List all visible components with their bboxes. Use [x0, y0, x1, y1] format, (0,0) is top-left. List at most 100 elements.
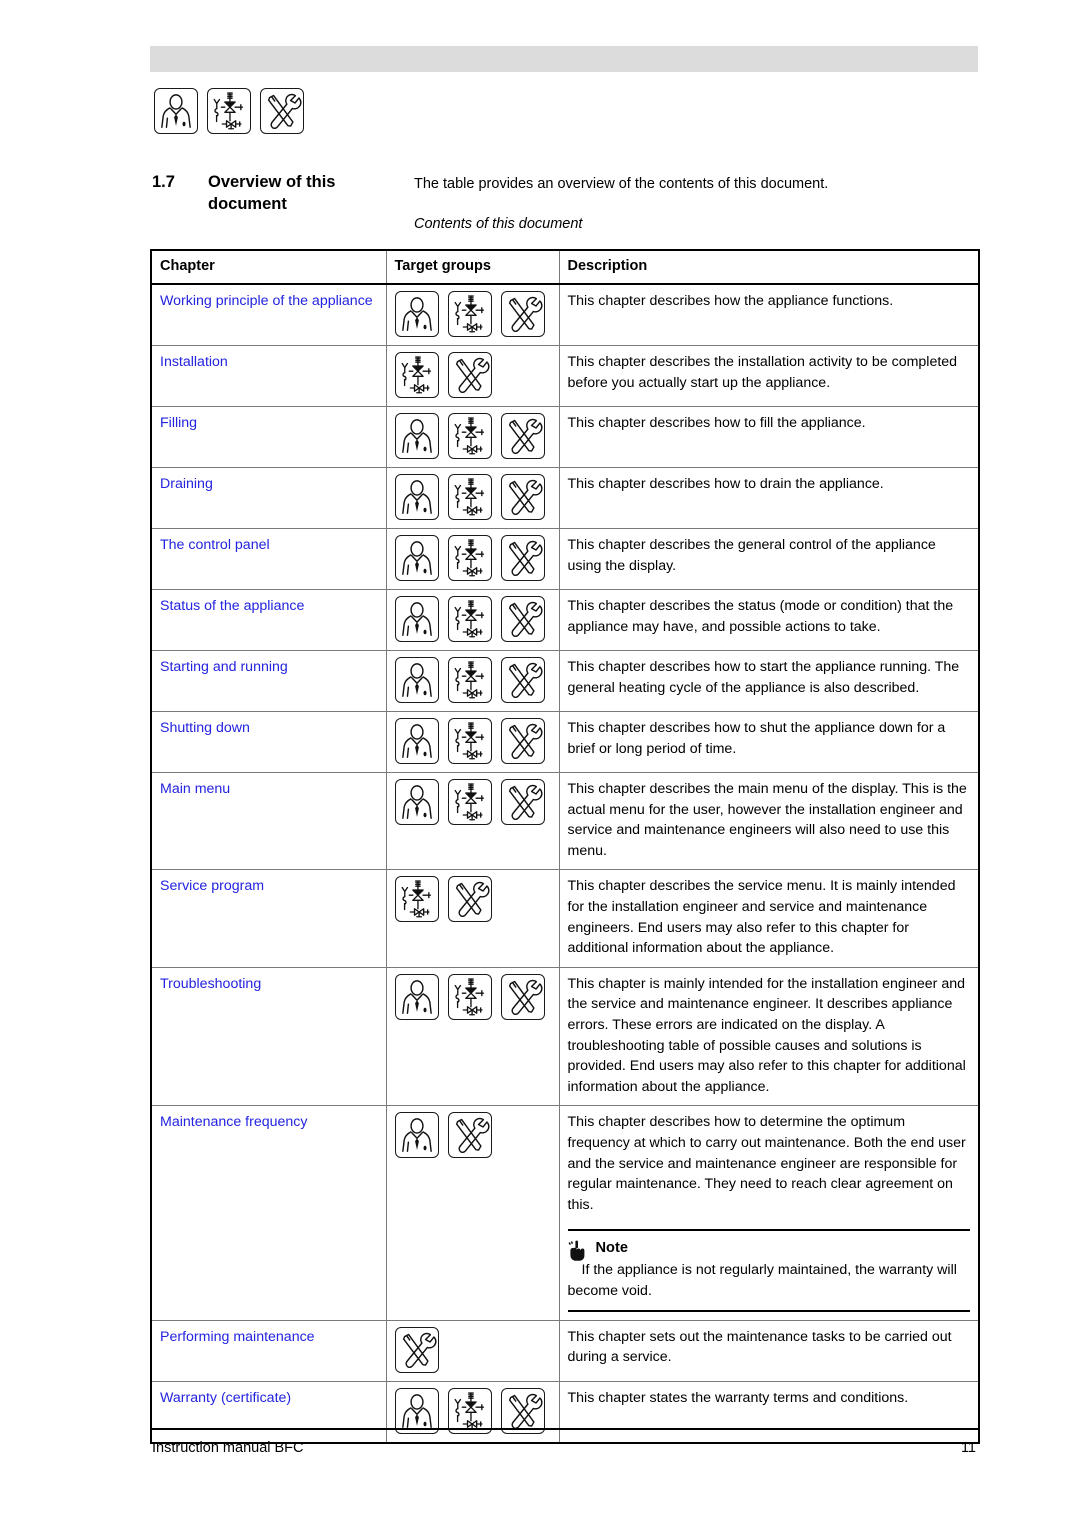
note-body-text: If the appliance is not regularly mainta… [567, 1262, 957, 1300]
chapter-link[interactable]: Starting and running [150, 650, 387, 712]
table-row: Starting and running This chapter describ… [150, 650, 980, 712]
description-text: This chapter describes how to start the … [567, 659, 960, 696]
table-header-row: Chapter Target groups Description [150, 249, 980, 285]
valve-piping-icon [394, 352, 439, 398]
footer-divider [150, 1428, 978, 1430]
description-text: This chapter describes how to drain the … [567, 476, 884, 492]
table-row: Service program This chapter describes th… [150, 869, 980, 968]
target-group-icon-row [394, 779, 551, 825]
valve-piping-icon [447, 596, 492, 642]
header-target-group-icons [154, 88, 304, 134]
description-cell: This chapter describes the installation … [558, 345, 980, 407]
chapter-link[interactable]: Draining [150, 467, 387, 529]
table-row: Working principle of the appliance This c… [150, 283, 980, 346]
description-text: This chapter describes the general contr… [567, 537, 936, 574]
person-in-suit-icon [394, 657, 439, 703]
crossed-tools-icon [447, 352, 492, 398]
target-groups-cell [385, 406, 560, 468]
table-row: Maintenance frequency This chapter descri… [150, 1105, 980, 1321]
person-in-suit-icon [154, 88, 198, 134]
chapter-link[interactable]: Troubleshooting [150, 966, 387, 1107]
target-group-icon-row [394, 352, 551, 398]
note-text: If the appliance is not regularly mainta… [568, 1260, 971, 1301]
crossed-tools-icon [260, 88, 304, 134]
target-group-icon-row [394, 876, 551, 923]
description-text: This chapter describes how the appliance… [567, 293, 894, 309]
section-title-line2: document [208, 194, 287, 213]
person-in-suit-icon [394, 973, 439, 1020]
target-group-icon-row [394, 657, 551, 703]
valve-piping-icon [447, 291, 492, 337]
person-in-suit-icon [394, 413, 439, 459]
description-text: This chapter describes the main menu of … [567, 781, 967, 859]
chapter-link[interactable]: Warranty (certificate) [150, 1380, 387, 1444]
description-cell: This chapter describes the general contr… [558, 528, 980, 590]
valve-piping-icon [394, 876, 439, 923]
valve-piping-icon [447, 718, 492, 764]
chapter-link[interactable]: Service program [150, 869, 387, 968]
description-cell: This chapter describes how to fill the a… [558, 406, 980, 468]
valve-piping-icon [207, 88, 251, 134]
target-group-icon-row [394, 474, 551, 520]
target-group-icon-row [394, 413, 551, 459]
target-group-icon-row [394, 1387, 551, 1434]
chapter-link[interactable]: Main menu [150, 771, 387, 871]
description-text: This chapter states the warranty terms a… [567, 1389, 909, 1406]
description-cell: This chapter describes the status (mode … [558, 589, 980, 651]
crossed-tools-icon [500, 413, 545, 459]
column-header-target-groups: Target groups [385, 249, 560, 285]
description-cell: This chapter describes how the appliance… [558, 283, 980, 346]
table-row: Warranty (certificate) This chapter state… [150, 1380, 980, 1444]
target-groups-cell [385, 966, 560, 1107]
person-in-suit-icon [394, 779, 439, 825]
description-cell: This chapter describes how to shut the a… [558, 711, 980, 773]
valve-piping-icon [447, 474, 492, 520]
description-text: This chapter describes how to shut the a… [567, 720, 946, 757]
note-title: Note [595, 1240, 628, 1257]
target-groups-cell [385, 528, 560, 590]
crossed-tools-icon [500, 535, 545, 581]
target-groups-cell [385, 869, 560, 968]
crossed-tools-icon [500, 1387, 545, 1434]
person-in-suit-icon [394, 1387, 439, 1434]
crossed-tools-icon [447, 876, 492, 923]
target-groups-cell [385, 345, 560, 407]
chapter-link[interactable]: Working principle of the appliance [150, 283, 387, 346]
target-groups-cell [385, 711, 560, 773]
chapter-link[interactable]: The control panel [150, 528, 387, 590]
chapter-link[interactable]: Status of the appliance [150, 589, 387, 651]
target-groups-cell [385, 1380, 560, 1444]
person-in-suit-icon [394, 535, 439, 581]
document-page: 1.7 Overview of this document The table p… [0, 0, 1080, 1528]
table-row: Troubleshooting This chapter is mainly in… [150, 966, 980, 1107]
crossed-tools-icon [500, 596, 545, 642]
chapter-link[interactable]: Shutting down [150, 711, 387, 773]
valve-piping-icon [447, 1387, 492, 1434]
crossed-tools-icon [500, 657, 545, 703]
person-in-suit-icon [394, 1112, 439, 1159]
target-groups-cell [385, 1105, 560, 1321]
person-in-suit-icon [394, 718, 439, 764]
table-row: Main menu This chapter describes the main… [150, 771, 980, 871]
pointing-hand-icon [568, 1240, 588, 1262]
chapter-link[interactable]: Filling [150, 406, 387, 468]
chapter-link[interactable]: Performing maintenance [150, 1319, 387, 1382]
chapter-link[interactable]: Maintenance frequency [150, 1105, 387, 1321]
target-groups-cell [385, 650, 560, 712]
description-text: This chapter is mainly intended for the … [567, 975, 966, 1095]
table-row: The control panel This chapter describes … [150, 528, 980, 590]
description-cell: This chapter is mainly intended for the … [558, 966, 980, 1107]
target-group-icon-row [394, 291, 551, 337]
table-row: Performing maintenance This chapter sets … [150, 1319, 980, 1382]
description-text: This chapter sets out the maintenance ta… [567, 1328, 952, 1366]
description-cell: This chapter describes how to determine … [558, 1105, 980, 1321]
target-groups-cell [385, 589, 560, 651]
description-cell: This chapter states the warranty terms a… [558, 1380, 980, 1444]
table-row: Shutting down This chapter describes how … [150, 711, 980, 773]
chapter-link[interactable]: Installation [150, 345, 387, 407]
description-text: This chapter describes the status (mode … [567, 598, 954, 635]
target-group-icon-row [394, 718, 551, 764]
page-header-band [150, 46, 978, 72]
description-text: This chapter describes how to fill the a… [567, 415, 866, 431]
person-in-suit-icon [394, 474, 439, 520]
